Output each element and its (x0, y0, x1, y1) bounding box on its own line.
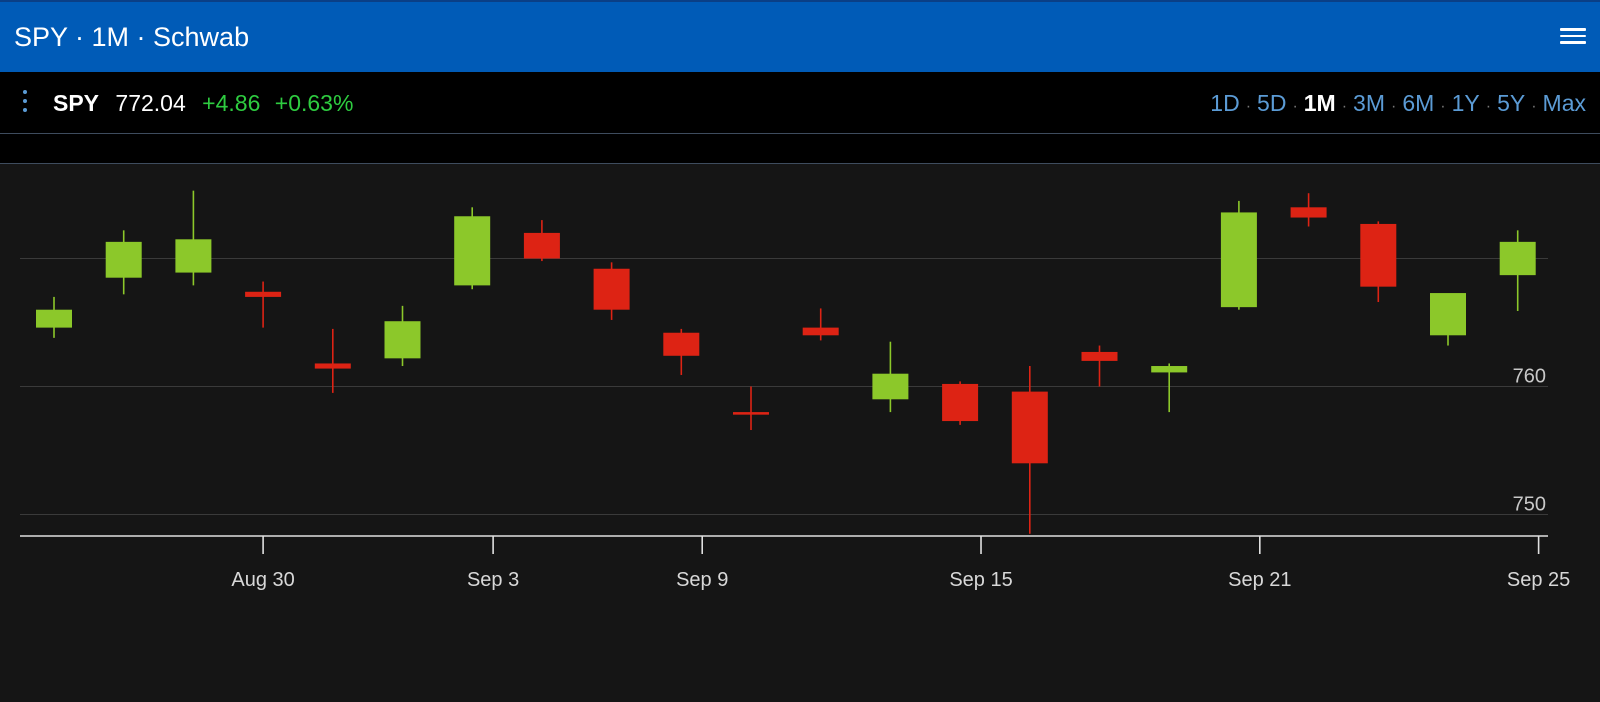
candlestick-chart: 750 760 Aug 30 Sep 3 Sep 9 Sep 15 Sep 21 Sep 2… (20, 190, 1570, 591)
candle-up (1430, 293, 1466, 346)
candle-body (802, 327, 839, 336)
range-1d[interactable]: 1D (1210, 90, 1239, 116)
candle-down (314, 328, 351, 393)
range-max[interactable]: Max (1543, 90, 1586, 116)
price-change-percent: +0.63% (274, 90, 354, 116)
candle-down (802, 308, 839, 341)
candle-up (454, 207, 491, 290)
candle-body (593, 268, 630, 310)
candle-body (523, 232, 560, 259)
candle-body (1011, 391, 1048, 464)
x-axis-ticks: Aug 30 Sep 3 Sep 9 Sep 15 Sep 21 Sep 25 (231, 536, 1570, 591)
range-1m[interactable]: 1M (1304, 90, 1336, 116)
candle-down (942, 381, 979, 425)
vertical-dots-icon[interactable] (21, 90, 31, 116)
range-separator: · (1292, 98, 1298, 115)
x-tick-label: Sep 9 (676, 569, 728, 591)
candle-down (1290, 193, 1327, 227)
toolbar-strip (0, 134, 1600, 164)
candle-body (384, 321, 421, 359)
candle-body (942, 383, 979, 422)
candle-up (384, 305, 421, 367)
ticker-symbol: SPY (53, 90, 100, 116)
candles (36, 190, 1536, 534)
candle-body (175, 239, 212, 273)
candle-body (1081, 351, 1118, 361)
candle-up (1220, 200, 1257, 310)
app-header: SPY · 1M · Schwab (0, 0, 1600, 72)
candle-down (245, 281, 282, 328)
range-separator: · (1485, 98, 1492, 115)
candle-body (1360, 223, 1397, 287)
x-tick-label: Sep 21 (1228, 569, 1291, 591)
y-tick-label: 760 (1513, 366, 1546, 388)
candle-down (1360, 221, 1397, 303)
range-5y[interactable]: 5Y (1497, 90, 1525, 116)
y-tick-label: 750 (1513, 494, 1546, 516)
candle-down (593, 262, 630, 320)
last-price: 772.04 (115, 90, 186, 116)
range-separator: · (1391, 98, 1397, 115)
candle-up (105, 230, 142, 295)
y-gridlines: 750 760 (20, 258, 1548, 516)
candle-body (36, 309, 72, 328)
candle-body (733, 412, 769, 415)
hamburger-menu-icon[interactable] (1560, 24, 1586, 46)
candle-up (1499, 230, 1536, 311)
range-separator: · (1245, 98, 1252, 115)
price-change: +4.86 (202, 90, 261, 116)
candle-body (105, 241, 142, 278)
x-tick-label: Sep 3 (467, 569, 519, 591)
x-tick-label: Sep 25 (1507, 569, 1570, 591)
candle-body (454, 216, 491, 286)
candle-down (1011, 366, 1048, 534)
x-tick-label: Sep 15 (949, 569, 1012, 591)
range-separator: · (1531, 98, 1537, 115)
candle-down (1081, 345, 1118, 387)
candle-up (175, 190, 212, 286)
x-tick-label: Aug 30 (231, 569, 294, 591)
candle-up (872, 341, 909, 413)
candle-down (733, 386, 769, 431)
range-3m[interactable]: 3M (1353, 90, 1385, 116)
candle-body (663, 332, 700, 356)
candle-body (1151, 366, 1188, 373)
app-title: SPY · 1M · Schwab (14, 22, 250, 52)
range-6m[interactable]: 6M (1402, 90, 1434, 116)
quote-summary: SPY 772.04 +4.86 +0.63% (53, 90, 353, 117)
range-selector: 1D · 5D · 1M · 3M · 6M · 1Y · 5Y · Max (1210, 90, 1586, 117)
range-separator: · (1440, 98, 1446, 115)
range-5d[interactable]: 5D (1257, 90, 1286, 116)
range-separator: · (1341, 98, 1348, 115)
candle-up (36, 296, 72, 338)
candle-up (1151, 363, 1188, 413)
range-1y[interactable]: 1Y (1452, 90, 1480, 116)
candle-body (245, 291, 282, 297)
candle-body (1430, 293, 1466, 336)
candle-body (1499, 241, 1536, 276)
candle-body (1290, 207, 1327, 218)
candle-body (314, 363, 351, 369)
candle-down (523, 220, 560, 262)
candle-body (1220, 212, 1257, 308)
candle-down (663, 328, 700, 375)
candle-body (872, 373, 909, 400)
